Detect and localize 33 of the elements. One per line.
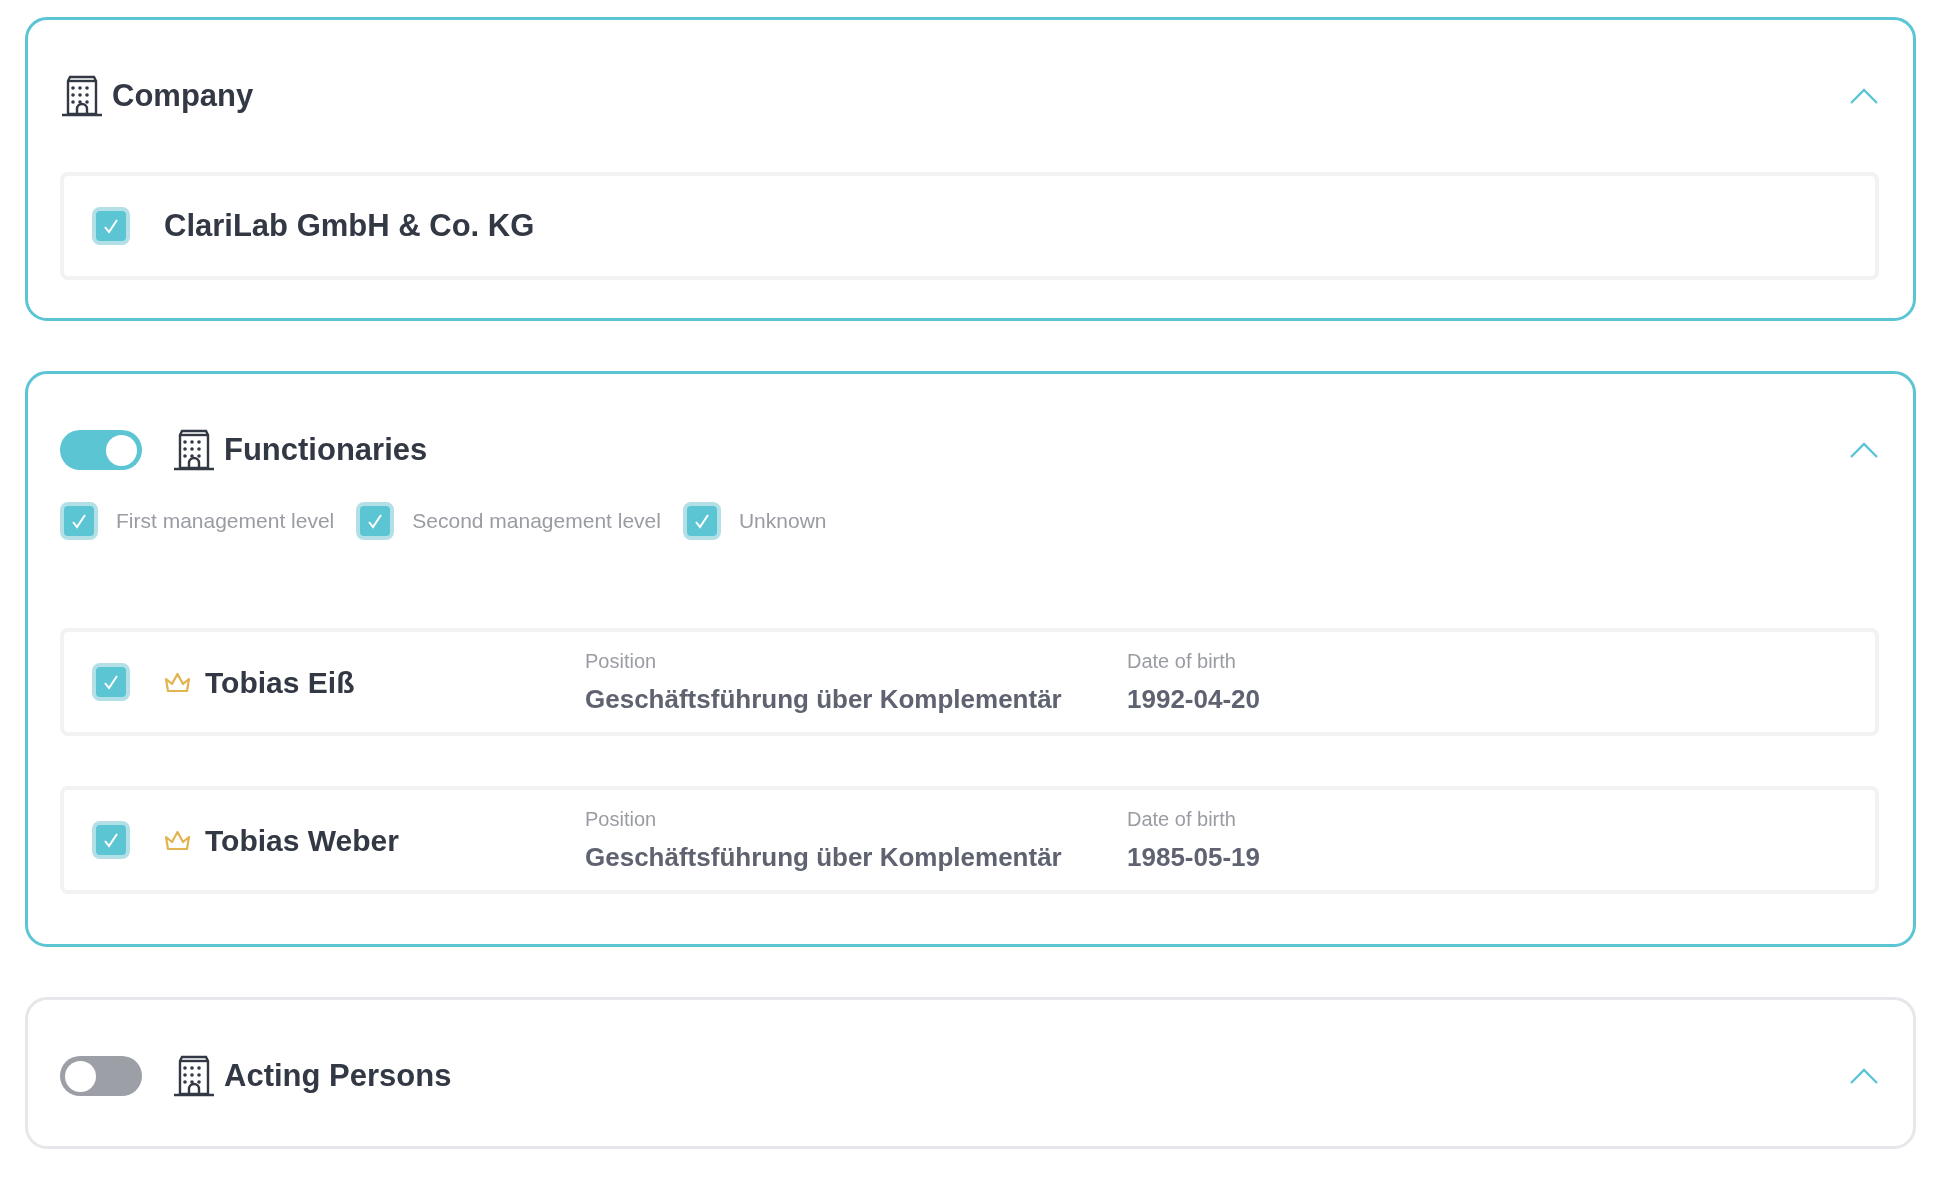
field-value: Geschäftsführung über Komplementär [585, 682, 1063, 716]
toggle-switch[interactable] [60, 430, 142, 470]
field-value: 1985-05-19 [1127, 840, 1260, 874]
field-value: 1992-04-20 [1127, 682, 1260, 716]
select-checkbox[interactable] [92, 207, 130, 245]
crown-icon [164, 829, 191, 851]
chevron-up-icon[interactable] [1849, 1067, 1879, 1085]
select-checkbox[interactable] [92, 663, 130, 701]
filter-checkbox[interactable] [356, 502, 395, 540]
person-name: Tobias Eiß [205, 664, 356, 701]
filter-checkbox[interactable] [682, 502, 721, 540]
filter-checkbox[interactable] [60, 502, 98, 540]
toggle-switch[interactable] [60, 1056, 142, 1096]
section-title: Acting Persons [224, 1056, 452, 1095]
company-name: ClariLab GmbH & Co. KG [164, 206, 535, 245]
field-value: Geschäftsführung über Komplementär [585, 840, 1063, 874]
section-title: Functionaries [224, 430, 428, 469]
field-label: Date of birth [1127, 806, 1237, 832]
chevron-up-icon[interactable] [1849, 87, 1879, 105]
filter-label: Unknown [738, 508, 827, 535]
chevron-up-icon[interactable] [1849, 441, 1879, 459]
filter-label: Second management level [412, 508, 661, 535]
select-checkbox[interactable] [92, 821, 130, 859]
person-name: Tobias Weber [205, 822, 400, 859]
field-label: Date of birth [1127, 648, 1237, 674]
building-icon [172, 1054, 216, 1098]
building-icon [172, 428, 216, 472]
field-label: Position [585, 806, 658, 832]
field-label: Position [585, 648, 658, 674]
crown-icon [164, 671, 191, 693]
section-title: Company [112, 76, 254, 115]
filter-label: First management level [116, 508, 335, 535]
building-icon [60, 74, 104, 118]
